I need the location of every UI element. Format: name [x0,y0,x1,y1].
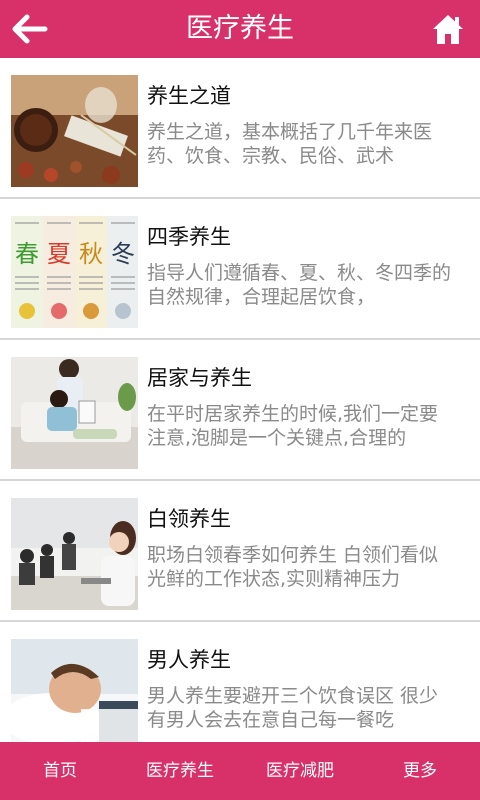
couple-at-home-image [11,357,138,469]
tab-medical-weight-loss[interactable]: 医疗减肥 [240,742,360,800]
item-title: 居家与养生 [147,366,252,390]
season-autumn-glyph: 秋 [79,240,103,268]
item-description: 指导人们遵循春、夏、秋、冬四季的自然规律，合理起居饮食， [147,262,452,308]
season-winter-glyph: 冬 [111,240,135,268]
list-item[interactable]: 男人养生 男人养生要避开三个饮食误区 很少有男人会去在意自己每一餐吃 [0,622,480,742]
item-description: 养生之道，基本概括了几千年来医药、饮食、宗教、民俗、武术 [147,121,433,167]
home-button[interactable] [426,8,470,50]
top-bar: 医疗养生 [0,0,480,58]
list-item[interactable]: 春 夏 秋 冬 四季养生 指导人们遵循春、夏、秋、冬四季的自然规律，合理起居饮食… [0,199,480,340]
list-item[interactable]: 白领养生 职场白领春季如何养生 白领们看似光鲜的工作状态,实则精神压力 [0,481,480,622]
page-title: 医疗养生 [186,13,294,44]
office-workers-image [11,498,138,610]
herbal-medicine-image [11,75,138,187]
sleeping-man-image [11,639,138,742]
tab-more[interactable]: 更多 [360,742,480,800]
bottom-nav: 首页 医疗养生 医疗减肥 更多 [0,742,480,800]
item-description: 职场白领春季如何养生 白领们看似光鲜的工作状态,实则精神压力 [147,544,439,590]
item-title: 养生之道 [147,84,231,108]
tab-medical-health[interactable]: 医疗养生 [120,742,240,800]
list-item[interactable]: 居家与养生 在平时居家养生的时候,我们一定要注意,泡脚是一个关键点,合理的 [0,340,480,481]
tab-home[interactable]: 首页 [0,742,120,800]
article-list: 养生之道 养生之道，基本概括了几千年来医药、饮食、宗教、民俗、武术 春 夏 秋 … [0,58,480,742]
list-item[interactable]: 养生之道 养生之道，基本概括了几千年来医药、饮食、宗教、民俗、武术 [0,58,480,199]
home-icon [433,15,463,44]
season-spring-glyph: 春 [15,240,39,268]
item-title: 四季养生 [147,225,231,249]
four-seasons-image: 春 夏 秋 冬 [11,216,138,328]
item-description: 在平时居家养生的时候,我们一定要注意,泡脚是一个关键点,合理的 [147,403,439,449]
item-description: 男人养生要避开三个饮食误区 很少有男人会去在意自己每一餐吃 [147,685,439,731]
season-summer-glyph: 夏 [47,240,71,268]
item-title: 男人养生 [147,648,231,672]
item-title: 白领养生 [147,507,231,531]
